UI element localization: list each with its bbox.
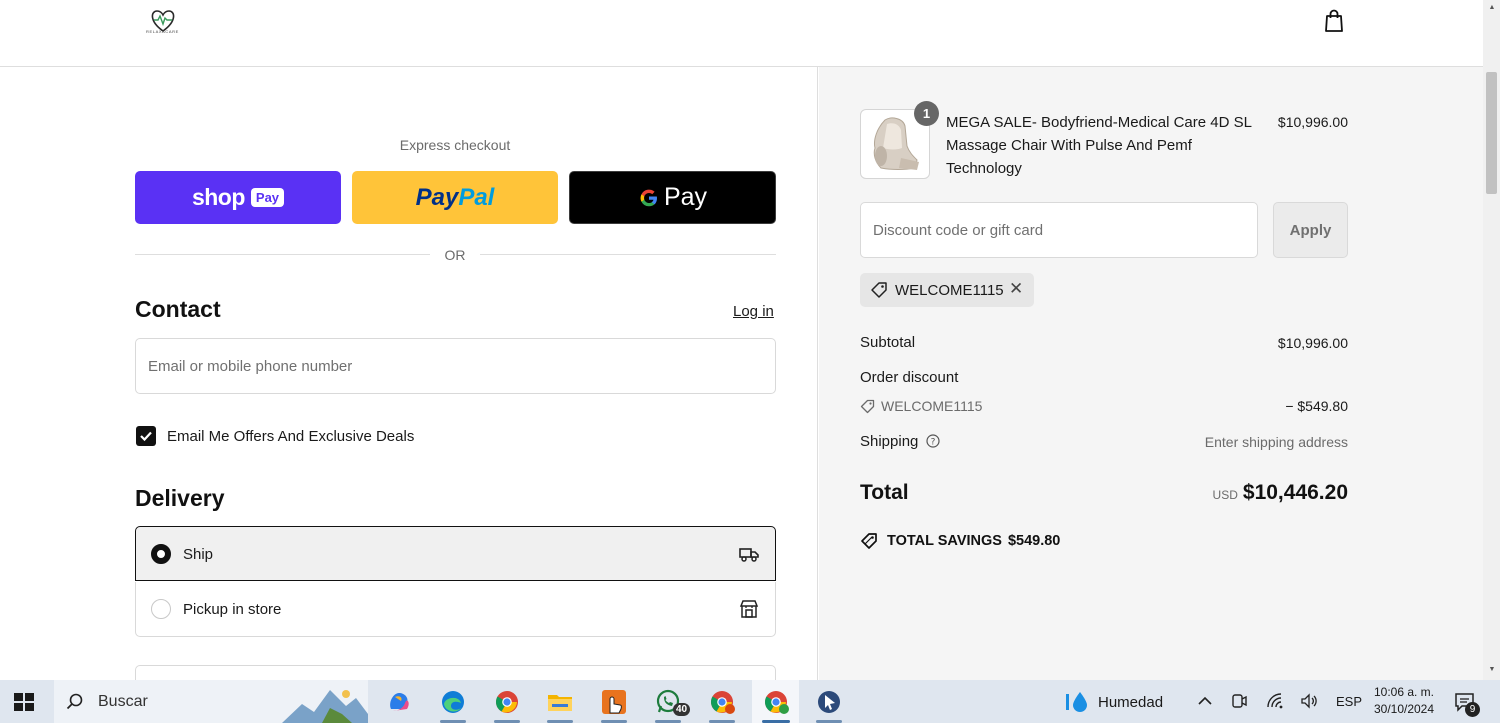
humidity-drop-icon[interactable] [1064, 690, 1090, 714]
savings-value: $549.80 [1007, 533, 1061, 549]
scrollbar-thumb[interactable] [1486, 72, 1497, 194]
discount-value: − $549.80 [1285, 398, 1348, 414]
logo-text: RELAXACARE [146, 29, 179, 34]
divider-right [480, 254, 776, 255]
delivery-option-ship[interactable]: Ship [135, 526, 776, 581]
offers-checkbox[interactable] [136, 426, 156, 446]
store-icon [739, 600, 759, 618]
svg-text:?: ? [931, 438, 936, 448]
shop-pay-button[interactable]: shop Pay [135, 171, 341, 224]
volume-icon[interactable] [1299, 691, 1319, 711]
cart-icon[interactable] [1322, 8, 1346, 34]
savings-tag-icon [861, 533, 877, 549]
clock-time: 10:06 a. m. [1373, 685, 1435, 699]
clock[interactable]: 10:06 a. m. 30/10/2024 [1366, 684, 1442, 718]
contact-heading: Contact [135, 296, 221, 322]
language-indicator[interactable]: ESP [1336, 694, 1362, 709]
shipping-value: Enter shipping address [1204, 434, 1348, 450]
total-value-group: USD $10,446.20 [1148, 481, 1348, 505]
or-divider-text: OR [444, 247, 466, 263]
paypal-word-1: Pay [415, 183, 459, 211]
quantity-badge: 1 [914, 101, 939, 126]
offers-label[interactable]: Email Me Offers And Exclusive Deals [167, 428, 414, 445]
cursor-app-icon[interactable] [815, 689, 843, 715]
subtotal-value: $10,996.00 [1277, 335, 1348, 351]
shop-pay-word: shop [191, 184, 245, 210]
checkout-page: RELAXACARE Express checkout shop Pay Pay… [0, 0, 1500, 695]
delivery-option-pickup[interactable]: Pickup in store [135, 582, 776, 637]
express-checkout-title: Express checkout [399, 137, 511, 153]
apply-button[interactable]: Apply [1273, 202, 1348, 258]
file-explorer-icon[interactable] [546, 689, 574, 715]
pickup-label: Pickup in store [183, 601, 282, 618]
help-icon[interactable]: ? [926, 434, 940, 448]
ship-radio[interactable] [151, 544, 171, 564]
applied-code: WELCOME1115 [895, 282, 1004, 299]
total-label: Total [860, 481, 909, 504]
windows-start-icon[interactable] [12, 691, 36, 713]
pickup-radio[interactable] [151, 599, 171, 619]
product-price: $10,996.00 [1277, 114, 1348, 130]
total-currency: USD [1212, 488, 1238, 502]
orange-app-icon[interactable] [600, 689, 628, 715]
weather-text[interactable]: Humedad [1098, 694, 1163, 711]
paypal-button[interactable]: Pay Pal [352, 171, 558, 224]
meet-now-icon[interactable] [1229, 691, 1249, 711]
ship-label: Ship [183, 546, 214, 563]
google-pay-button[interactable]: Pay [569, 171, 776, 224]
applied-discount-chip: WELCOME1115 ✕ [860, 273, 1034, 307]
chrome-profile-p-icon[interactable] [708, 689, 736, 715]
truck-icon [739, 548, 759, 562]
delivery-heading: Delivery [135, 485, 225, 511]
discount-code-label: WELCOME1115 [881, 398, 983, 414]
notification-count-badge: 9 [1465, 702, 1480, 717]
tag-icon [871, 282, 887, 298]
chrome-profile-s-icon[interactable] [762, 689, 790, 715]
search-icon [66, 693, 83, 710]
order-discount-label: Order discount [860, 369, 959, 386]
shipping-label: Shipping [860, 433, 919, 450]
google-g-icon [640, 189, 657, 206]
header: RELAXACARE [0, 0, 1483, 67]
total-value: $10,446.20 [1242, 481, 1348, 504]
search-text: Buscar [98, 693, 148, 710]
product-name: MEGA SALE- Bodyfriend-Medical Care 4D SL… [946, 114, 1252, 177]
login-link[interactable]: Log in [733, 303, 774, 320]
subtotal-label: Subtotal [860, 334, 916, 351]
remove-discount-icon[interactable]: ✕ [1009, 279, 1023, 299]
taskbar: Buscar 40 Humedad ESP 10:06 a. m. 30/10/… [0, 680, 1500, 723]
paypal-word-2: Pal [458, 183, 495, 211]
savings-label: TOTAL SAVINGS [887, 533, 1002, 549]
clock-date: 30/10/2024 [1373, 702, 1435, 716]
taskbar-search[interactable]: Buscar [54, 680, 368, 723]
google-pay-word: Pay [663, 183, 708, 211]
edge-icon[interactable] [439, 689, 467, 715]
scroll-down-icon[interactable]: ▼ [1487, 666, 1497, 674]
chrome-icon[interactable] [493, 689, 521, 715]
wifi-icon[interactable] [1265, 691, 1285, 711]
divider-left [135, 254, 430, 255]
discount-tag-icon [860, 399, 875, 414]
discount-code-field[interactable] [860, 202, 1258, 258]
shop-pay-pill: Pay [250, 188, 285, 207]
copilot-icon[interactable] [385, 689, 413, 715]
whatsapp-badge: 40 [673, 703, 691, 716]
email-field[interactable] [135, 338, 776, 394]
total-savings: TOTAL SAVINGS $549.80 [887, 533, 1066, 549]
search-highlight-art-icon [282, 684, 368, 723]
checkmark-icon [140, 431, 152, 442]
scroll-up-icon[interactable]: ▲ [1487, 4, 1497, 12]
chevron-up-icon[interactable] [1195, 691, 1215, 711]
